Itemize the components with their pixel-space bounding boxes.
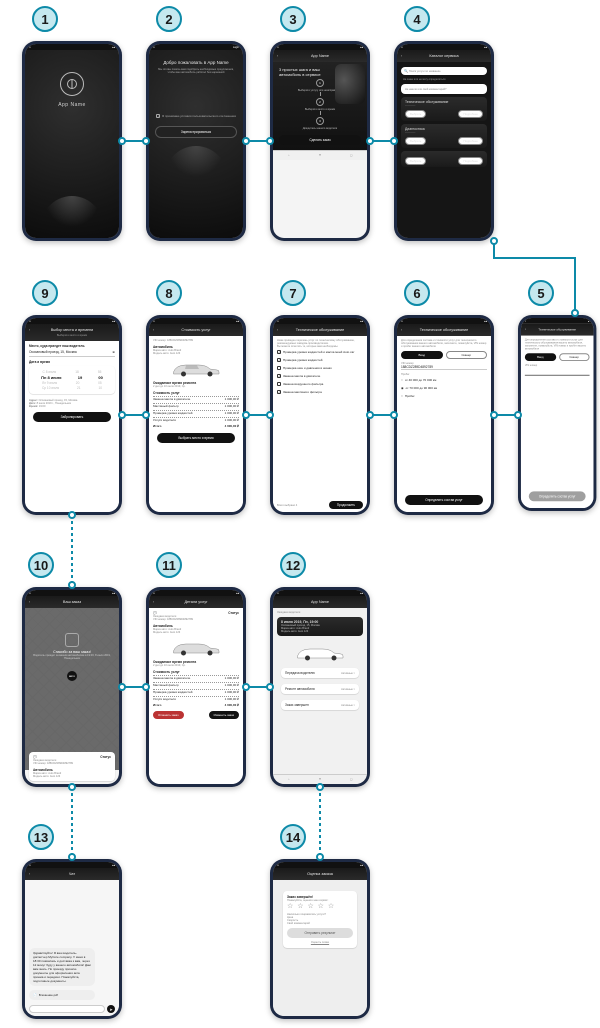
step-badge-10: 10	[28, 552, 54, 578]
status-card: 💬Статус Ожидаем водителя VIN номер: 188C…	[29, 752, 115, 781]
status-title: Статус	[100, 755, 111, 759]
auto-model: Модель авто: Auto 123	[33, 775, 111, 778]
step-badge-9: 9	[32, 280, 58, 306]
step-badge-8: 8	[156, 280, 182, 306]
step-badge-4: 4	[404, 6, 430, 32]
step-badge-13: 13	[28, 824, 54, 850]
step-badge-6: 6	[404, 280, 430, 306]
step-badge-5: 5	[528, 280, 554, 306]
vin-label: VIN номер: 188CDZ289D4892789	[33, 762, 111, 765]
step-badge-3: 3	[280, 6, 306, 32]
step-badge-12: 12	[280, 552, 306, 578]
step-badge-1: 1	[32, 6, 58, 32]
step-badge-2: 2	[156, 6, 182, 32]
step-badge-14: 14	[280, 824, 306, 850]
step-badge-7: 7	[280, 280, 306, 306]
step-badge-11: 11	[156, 552, 182, 578]
